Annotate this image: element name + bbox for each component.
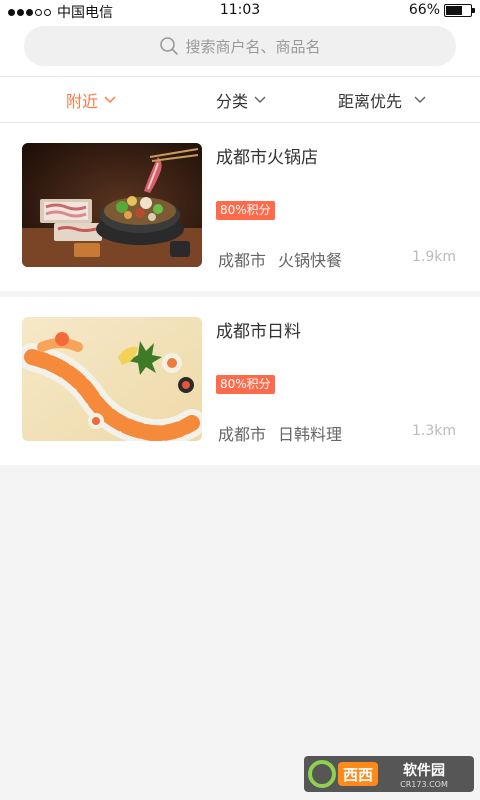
battery-icon — [444, 3, 475, 17]
filter-distance[interactable]: 距离优先 — [338, 77, 426, 123]
shop-city: 成都市 — [218, 425, 267, 444]
shop-card[interactable]: 成都市火锅店 80%积分 成都市 火锅快餐 1.9km — [0, 123, 480, 291]
shop-distance: 1.9km — [411, 249, 456, 265]
watermark-logo: 西西 软件园 CR173.COM — [304, 756, 474, 792]
shop-name: 成都市火锅店 — [216, 148, 318, 168]
chevron-down-icon — [414, 96, 426, 104]
points-badge: 80%积分 — [216, 375, 275, 394]
shop-list: 成都市火锅店 80%积分 成都市 火锅快餐 1.9km 成都市日料 80%积分 … — [0, 123, 480, 465]
shop-meta: 成都市 日韩料理 — [218, 421, 342, 445]
filter-bar: 附近 分类 距离优先 — [0, 76, 480, 123]
svg-text:西西: 西西 — [343, 766, 373, 784]
chevron-down-icon — [254, 96, 266, 104]
svg-text:CR173.COM: CR173.COM — [400, 780, 448, 789]
filter-category[interactable]: 分类 — [216, 77, 266, 123]
svg-text:软件园: 软件园 — [403, 762, 445, 779]
shop-image-sushi — [22, 317, 202, 441]
status-right: 66% — [408, 2, 475, 18]
filter-nearby-label: 附近 — [66, 92, 99, 111]
battery-percent: 66% — [408, 2, 440, 18]
shop-distance: 1.3km — [411, 423, 456, 439]
chevron-down-icon — [104, 96, 116, 104]
shop-city: 成都市 — [218, 251, 267, 270]
points-badge: 80%积分 — [216, 201, 275, 220]
shop-category: 火锅快餐 — [278, 251, 343, 270]
filter-category-label: 分类 — [216, 92, 249, 111]
shop-name: 成都市日料 — [216, 322, 301, 342]
shop-category: 日韩料理 — [278, 425, 343, 444]
filter-nearby[interactable]: 附近 — [66, 77, 116, 123]
shop-image-hotpot — [22, 143, 202, 267]
search-input[interactable]: 搜索商户名、商品名 — [24, 26, 456, 66]
shop-card[interactable]: 成都市日料 80%积分 成都市 日韩料理 1.3km — [0, 297, 480, 465]
search-area: 搜索商户名、商品名 — [0, 22, 480, 76]
search-placeholder: 搜索商户名、商品名 — [185, 37, 321, 56]
status-bar: 中国电信 11:03 66% — [0, 0, 480, 22]
shop-meta: 成都市 火锅快餐 — [218, 247, 342, 271]
filter-distance-label: 距离优先 — [338, 92, 403, 111]
search-icon — [159, 36, 179, 56]
